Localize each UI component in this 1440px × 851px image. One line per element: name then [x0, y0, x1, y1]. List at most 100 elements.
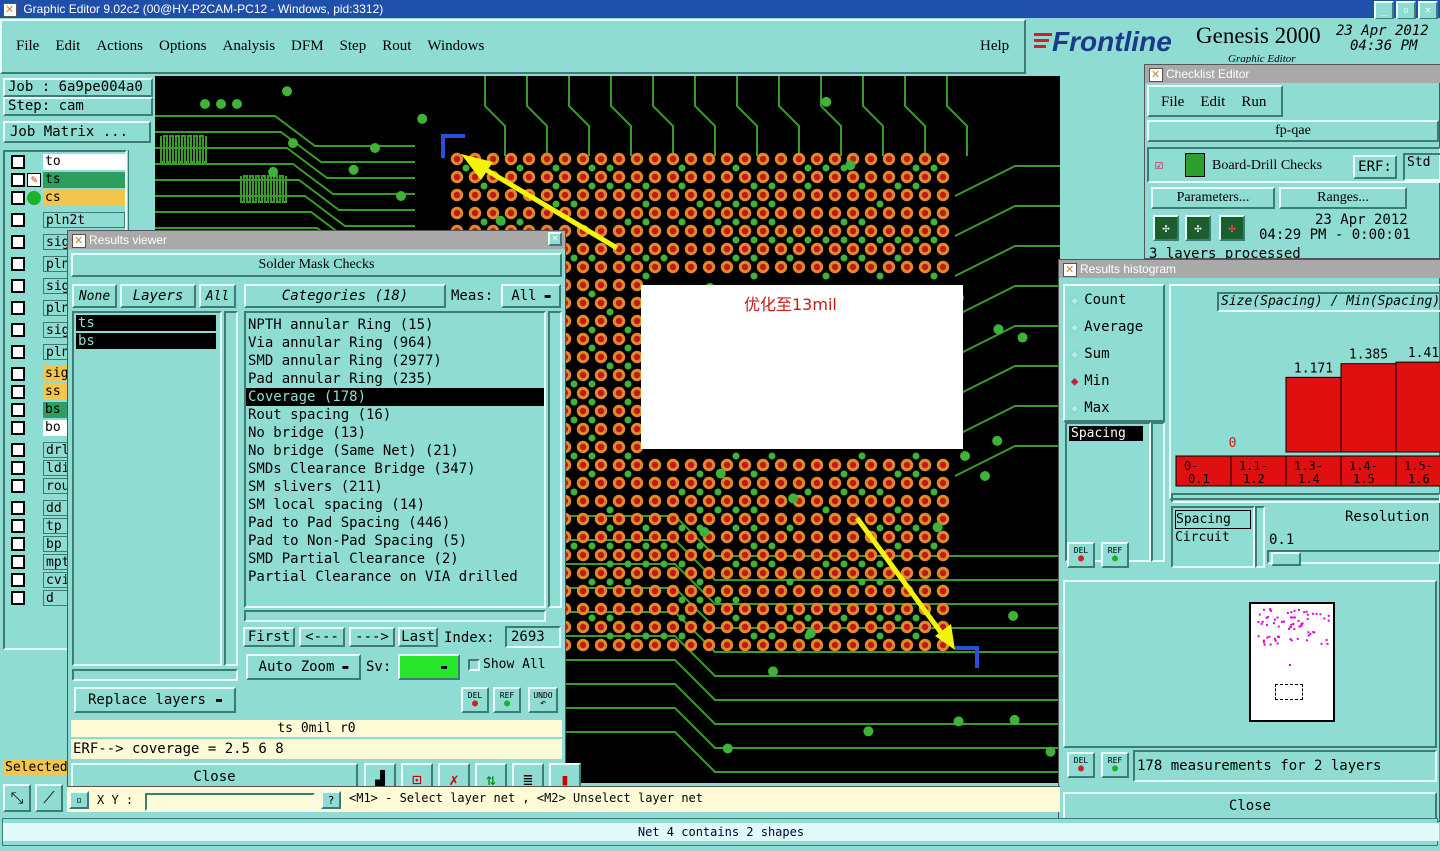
mode-sum[interactable]: ◆ Sum	[1071, 346, 1161, 364]
layer-checkbox[interactable]	[11, 385, 25, 399]
layer-checkbox[interactable]	[11, 213, 25, 227]
layer-checkbox[interactable]	[11, 345, 25, 359]
zoom-tool-icon[interactable]: ⤡	[3, 784, 31, 812]
checklist-menu-run[interactable]: Run	[1241, 94, 1266, 111]
radio-diamond-icon[interactable]: ◆	[1071, 347, 1078, 361]
category-item[interactable]: Pad to Pad Spacing (446)	[246, 514, 544, 532]
layer-row-0[interactable]: to	[7, 154, 125, 170]
menu-step[interactable]: Step	[340, 38, 367, 55]
menu-analysis[interactable]: Analysis	[223, 38, 276, 55]
layer-checkbox[interactable]	[11, 443, 25, 457]
categories-scrollbar[interactable]	[548, 311, 562, 608]
run-all-icon[interactable]: ✣	[1185, 215, 1211, 241]
layer-checkbox[interactable]	[11, 479, 25, 493]
layer-checkbox[interactable]	[11, 191, 25, 205]
run-check-icon[interactable]: ✣	[1153, 215, 1179, 241]
menu-windows[interactable]: Windows	[427, 38, 484, 55]
layer-name[interactable]: to	[43, 154, 125, 170]
layers-hscroll[interactable]	[72, 669, 238, 681]
erf-input[interactable]: Std	[1403, 153, 1440, 181]
category-item[interactable]: Pad annular Ring (235)	[246, 370, 544, 388]
show-all-checkbox[interactable]	[468, 659, 480, 671]
layer-checkbox[interactable]	[11, 461, 25, 475]
checklist-menu-edit[interactable]: Edit	[1200, 94, 1225, 111]
layer-row-2[interactable]: cs	[7, 190, 125, 206]
layers-none-tab[interactable]: None	[72, 284, 117, 308]
layers-layers-tab[interactable]: Layers	[120, 284, 196, 308]
layer-checkbox[interactable]	[11, 537, 25, 551]
layer-name[interactable]: pln2t	[43, 212, 125, 228]
work-layer-icon[interactable]	[27, 191, 41, 205]
category-item[interactable]: Via annular Ring (964)	[246, 334, 544, 352]
resolution-slider-thumb[interactable]	[1271, 552, 1301, 566]
radio-diamond-icon[interactable]: ◆	[1071, 374, 1078, 388]
radio-diamond-icon[interactable]: ◆	[1071, 293, 1078, 307]
layer-checkbox[interactable]	[11, 155, 25, 169]
mode-average[interactable]: ◆ Average	[1071, 319, 1161, 337]
hint-icon-2[interactable]: ?	[321, 791, 341, 809]
type-item[interactable]: Circuit	[1175, 529, 1251, 546]
meas-select[interactable]: All ▬	[501, 284, 561, 308]
category-item[interactable]: SM local spacing (14)	[246, 496, 544, 514]
minimize-button[interactable]: _	[1374, 1, 1394, 20]
checklist-row-checkbox[interactable]: ☑	[1155, 157, 1163, 173]
parameters-button[interactable]: Parameters...	[1151, 187, 1275, 209]
checklist-menu-file[interactable]: File	[1161, 94, 1184, 111]
layer-row-1[interactable]: ✎ ts	[7, 172, 125, 188]
hist-del-button-2[interactable]: DEL ●	[1067, 752, 1095, 778]
checklist-row[interactable]: ☑ Board-Drill Checks ERF: Std	[1147, 147, 1440, 183]
category-item[interactable]: No bridge (Same Net) (21)	[246, 442, 544, 460]
menu-help[interactable]: Help	[980, 38, 1009, 55]
last-button[interactable]: Last	[398, 627, 438, 647]
job-matrix-button[interactable]: Job Matrix ...	[3, 121, 151, 143]
menu-file[interactable]: File	[16, 38, 39, 55]
spacing-list-item[interactable]: Spacing	[1069, 426, 1143, 441]
mode-count[interactable]: ◆ Count	[1071, 292, 1161, 310]
mode-max[interactable]: ◆ Max	[1071, 400, 1161, 418]
category-item[interactable]: NPTH annular Ring (15)	[246, 316, 544, 334]
measure-tool-icon[interactable]: ⟋	[35, 784, 63, 812]
category-item[interactable]: Partial Clearance on VIA drilled	[246, 568, 544, 586]
category-item[interactable]: SMDs Clearance Bridge (347)	[246, 460, 544, 478]
preview-viewport[interactable]	[1275, 684, 1303, 700]
layer-checkbox[interactable]	[11, 573, 25, 587]
index-input[interactable]: 2693	[505, 626, 561, 648]
layer-checkbox[interactable]	[11, 555, 25, 569]
hint-icon-1[interactable]: ▫	[69, 791, 89, 809]
layer-checkbox[interactable]	[11, 323, 25, 337]
sv-color-select[interactable]: ▬	[398, 654, 460, 680]
layer-checkbox[interactable]	[11, 367, 25, 381]
menu-actions[interactable]: Actions	[96, 38, 143, 55]
stop-check-icon[interactable]: ✣	[1219, 215, 1245, 241]
radio-diamond-icon[interactable]: ◆	[1071, 401, 1078, 415]
xy-input[interactable]	[145, 793, 315, 811]
layers-scrollbar[interactable]	[224, 311, 238, 666]
maximize-button[interactable]: ▫	[1396, 1, 1416, 20]
layer-checkbox[interactable]	[11, 173, 25, 187]
mode-min[interactable]: ◆ Min	[1071, 373, 1161, 391]
replace-layers-button[interactable]: Replace layers ▬	[74, 687, 236, 713]
category-item[interactable]: Coverage (178)	[246, 388, 544, 406]
first-button[interactable]: First	[243, 627, 295, 647]
resolution-slider[interactable]	[1267, 550, 1440, 566]
edit-layer-icon[interactable]: ✎	[27, 173, 41, 187]
ref-button[interactable]: REF ●	[493, 687, 521, 713]
menu-dfm[interactable]: DFM	[291, 38, 324, 55]
histogram-hscroll[interactable]	[1171, 493, 1440, 503]
hist-ref-button-2[interactable]: REF ●	[1101, 752, 1129, 778]
layer-name[interactable]: cs	[43, 190, 125, 206]
menu-options[interactable]: Options	[159, 38, 207, 55]
menu-edit[interactable]: Edit	[55, 38, 80, 55]
category-item[interactable]: SMD annular Ring (2977)	[246, 352, 544, 370]
layer-row-3[interactable]: pln2t	[7, 212, 125, 228]
result-layer-item[interactable]: bs	[76, 333, 216, 349]
layer-checkbox[interactable]	[11, 403, 25, 417]
layer-checkbox[interactable]	[11, 591, 25, 605]
hist-del-button[interactable]: DEL ●	[1067, 542, 1095, 568]
del-button[interactable]: DEL ●	[461, 687, 489, 713]
type-item[interactable]: Spacing	[1175, 510, 1251, 529]
type-scrollbar[interactable]	[1255, 506, 1265, 568]
result-layer-item[interactable]: ts	[76, 315, 216, 331]
categories-button[interactable]: Categories (18)	[244, 284, 446, 308]
category-item[interactable]: No bridge (13)	[246, 424, 544, 442]
